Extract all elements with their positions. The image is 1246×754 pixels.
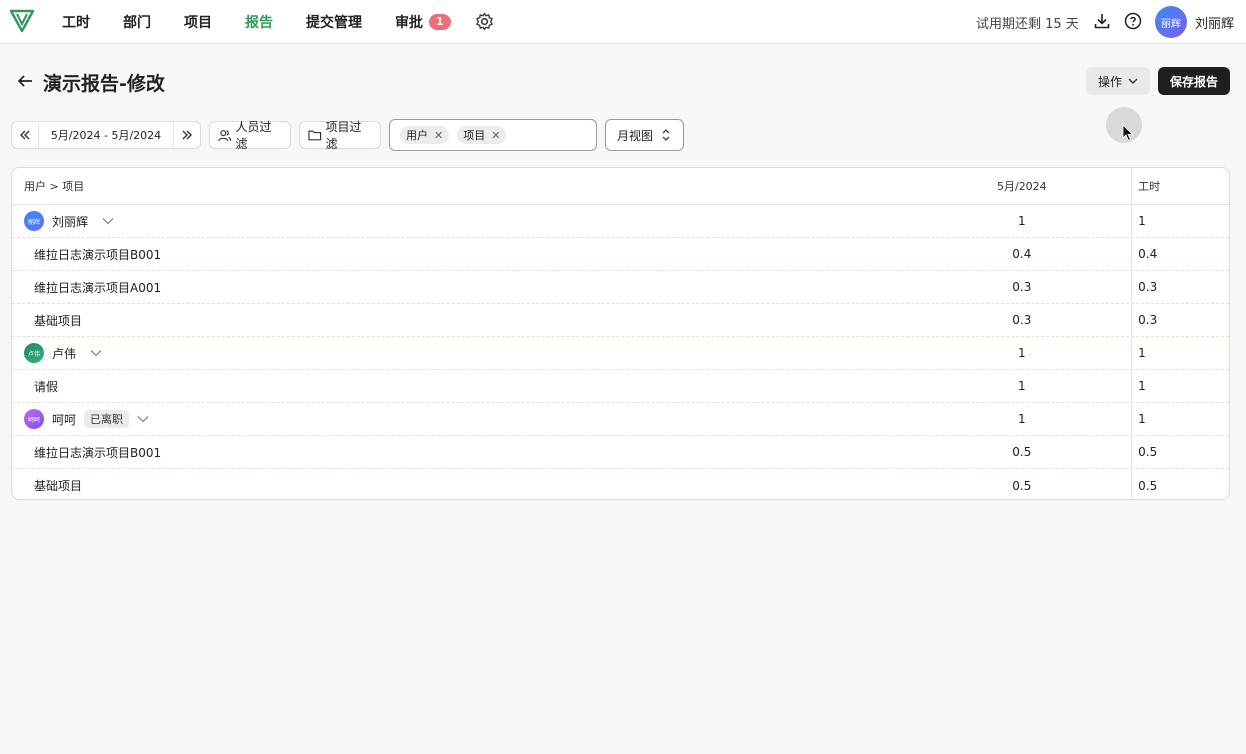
remove-chip-icon[interactable]: ✕ <box>434 129 443 142</box>
nav-item-departments[interactable]: 部门 <box>123 12 151 32</box>
main-nav: 工时 部门 项目 报告 提交管理 审批 1 <box>62 0 484 44</box>
double-chevron-left-icon <box>20 130 30 140</box>
view-mode-select[interactable]: 月视图 <box>605 119 684 151</box>
download-icon[interactable] <box>1093 12 1111 30</box>
chevron-down-icon[interactable] <box>137 415 149 423</box>
hours-value: 0.5 <box>1131 469 1229 499</box>
status-badge: 已离职 <box>84 410 130 428</box>
user-avatar[interactable]: 丽辉 <box>1155 6 1187 38</box>
project-row-label: 请假 <box>34 379 59 394</box>
user-row-label: 刘丽辉 <box>52 214 89 229</box>
top-navbar: 工时 部门 项目 报告 提交管理 审批 1 试用期还剩 15 天 丽辉 刘丽辉 <box>0 0 1246 44</box>
group-by-selector[interactable]: 用户 ✕ 项目 ✕ <box>389 119 597 151</box>
table-row: 维拉日志演示项目B001 0.5 0.5 <box>12 436 1229 469</box>
trial-remaining-text: 试用期还剩 15 天 <box>976 17 1079 32</box>
chevron-down-icon[interactable] <box>90 349 102 357</box>
table-row: 维拉日志演示项目A001 0.3 0.3 <box>12 271 1229 304</box>
table-row: 维拉日志演示项目B001 0.4 0.4 <box>12 238 1229 271</box>
project-filter-button[interactable]: 项目过滤 <box>299 120 381 151</box>
group-chip-user[interactable]: 用户 ✕ <box>400 126 450 144</box>
next-period-button[interactable] <box>173 122 200 148</box>
table-row: 基础项目 0.5 0.5 <box>12 469 1229 499</box>
user-row-label: 呵呵 <box>52 412 77 427</box>
month-value: 1 <box>1018 214 1026 228</box>
table-row: 基础项目 0.3 0.3 <box>12 304 1229 337</box>
table-row: 卢伟 卢伟 1 1 <box>12 337 1229 370</box>
month-value: 1 <box>1018 379 1026 393</box>
save-report-button[interactable]: 保存报告 <box>1158 67 1230 95</box>
chevron-down-icon <box>1128 78 1138 84</box>
month-value: 0.5 <box>1012 445 1032 459</box>
mouse-cursor-icon <box>1122 124 1134 142</box>
table-header: 用户 > 项目 5月/2024 工时 <box>12 168 1229 205</box>
month-value: 0.5 <box>1012 478 1032 493</box>
avatar: 丽辉 <box>24 211 44 231</box>
date-range-picker: 5月/2024 - 5月/2024 <box>11 121 201 149</box>
user-row-label: 卢伟 <box>52 346 77 361</box>
nav-item-projects[interactable]: 项目 <box>184 12 212 32</box>
double-chevron-right-icon <box>182 130 192 140</box>
hours-value: 0.5 <box>1131 436 1229 468</box>
user-name[interactable]: 刘丽辉 <box>1195 13 1234 32</box>
back-arrow-icon[interactable] <box>16 72 34 90</box>
table-row: 请假 1 1 <box>12 370 1229 403</box>
project-row-label: 维拉日志演示项目A001 <box>34 280 162 295</box>
nav-item-submissions[interactable]: 提交管理 <box>306 12 362 32</box>
hours-value: 0.3 <box>1131 271 1229 303</box>
hours-value: 0.3 <box>1131 304 1229 336</box>
hours-value: 1 <box>1131 403 1229 435</box>
avatar: 卢伟 <box>24 343 44 363</box>
project-row-label: 基础项目 <box>34 313 83 328</box>
month-value: 1 <box>1018 412 1026 426</box>
project-row-label: 维拉日志演示项目B001 <box>34 247 162 262</box>
help-icon[interactable] <box>1124 12 1142 30</box>
nav-item-reports[interactable]: 报告 <box>245 12 273 32</box>
hours-value: 0.4 <box>1131 238 1229 270</box>
column-header-dimension: 用户 > 项目 <box>24 180 85 193</box>
actions-dropdown-button[interactable]: 操作 <box>1086 67 1150 95</box>
month-value: 0.3 <box>1012 313 1032 327</box>
chevron-down-icon[interactable] <box>102 217 114 225</box>
nav-item-approval[interactable]: 审批 1 <box>395 12 451 32</box>
project-row-label: 维拉日志演示项目B001 <box>34 445 162 460</box>
month-value: 0.3 <box>1012 280 1032 294</box>
report-table: 用户 > 项目 5月/2024 工时 丽辉 刘丽辉 1 1 维拉日志演示项目B0… <box>11 167 1230 500</box>
gear-icon[interactable] <box>475 12 494 31</box>
approval-count-badge: 1 <box>429 14 451 30</box>
column-header-hours: 工时 <box>1131 168 1229 205</box>
month-value: 0.4 <box>1012 247 1032 261</box>
folder-icon <box>308 130 322 141</box>
people-filter-button[interactable]: 人员过滤 <box>209 120 291 151</box>
avatar: 呵呵 <box>24 409 44 429</box>
group-chip-project[interactable]: 项目 ✕ <box>457 126 507 144</box>
month-value: 1 <box>1018 346 1026 360</box>
table-row: 呵呵 呵呵 已离职 1 1 <box>12 403 1229 436</box>
chevron-updown-icon <box>662 129 670 141</box>
hours-value: 1 <box>1131 370 1229 402</box>
column-header-month: 5月/2024 <box>996 180 1047 193</box>
previous-period-button[interactable] <box>12 122 39 148</box>
hours-value: 1 <box>1131 205 1229 237</box>
project-row-label: 基础项目 <box>34 479 83 493</box>
page-title: 演示报告-修改 <box>43 73 165 95</box>
app-logo-icon[interactable] <box>9 8 35 34</box>
hours-value: 1 <box>1131 337 1229 369</box>
nav-item-hours[interactable]: 工时 <box>62 12 90 32</box>
users-icon <box>218 129 232 141</box>
table-row: 丽辉 刘丽辉 1 1 <box>12 205 1229 238</box>
date-range-text[interactable]: 5月/2024 - 5月/2024 <box>39 127 173 143</box>
remove-chip-icon[interactable]: ✕ <box>491 129 500 142</box>
